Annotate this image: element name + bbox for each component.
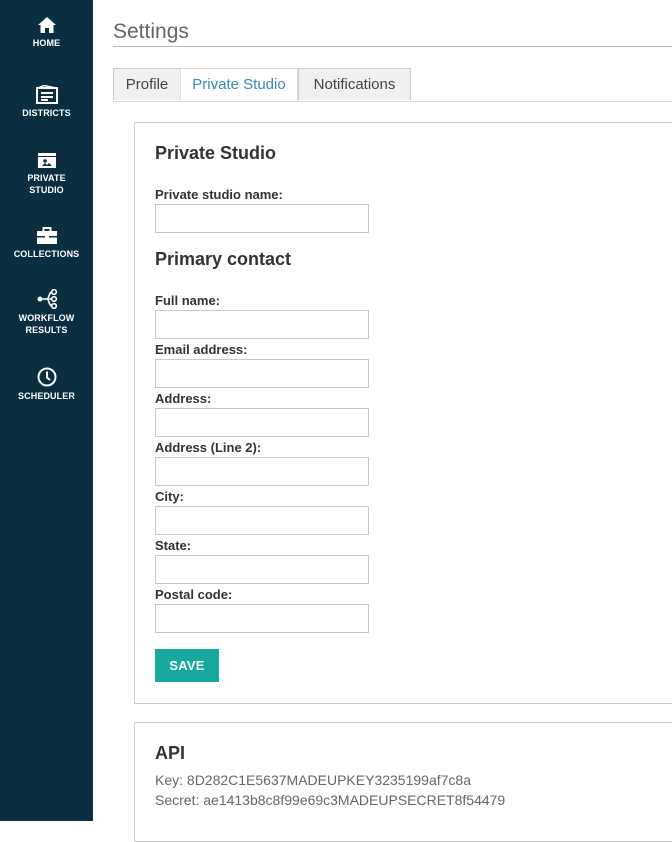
briefcase-icon (36, 227, 57, 244)
address-label: Address: (155, 391, 212, 406)
email-label: Email address: (155, 342, 248, 357)
sidebar-item-label: PRIVATE STUDIO (27, 173, 66, 195)
sidebar-item-private-studio[interactable]: PRIVATE STUDIO (0, 152, 93, 196)
tab-notifications[interactable]: Notifications (298, 68, 411, 100)
sidebar-item-workflow-results[interactable]: WORKFLOW RESULTS (0, 289, 93, 336)
sidebar-item-label: HOME (32, 38, 61, 48)
title-divider (113, 46, 672, 47)
full-name-input[interactable] (155, 310, 369, 339)
address-line2-input[interactable] (155, 457, 369, 486)
sidebar-item-label: COLLECTIONS (13, 249, 80, 259)
email-input[interactable] (155, 359, 369, 388)
api-heading: API (155, 743, 186, 763)
address-input[interactable] (155, 408, 369, 437)
sidebar-item-collections[interactable]: COLLECTIONS (0, 227, 93, 260)
private-studio-heading: Private Studio (155, 143, 277, 163)
city-input[interactable] (155, 506, 369, 535)
api-secret-text: Secret: ae1413b8c8f99e69c3MADEUPSECRET8f… (155, 792, 506, 808)
workflow-icon (37, 289, 57, 309)
sidebar-item-home[interactable]: HOME (0, 16, 93, 49)
clock-icon (37, 367, 56, 387)
tabs-divider (113, 101, 672, 102)
studio-name-label: Private studio name: (155, 187, 283, 202)
tab-profile[interactable]: Profile (113, 68, 181, 100)
save-button[interactable]: SAVE (155, 649, 219, 682)
primary-contact-heading: Primary contact (155, 249, 292, 269)
districts-icon (35, 85, 58, 104)
studio-name-input[interactable] (155, 204, 369, 233)
tab-private-studio[interactable]: Private Studio (180, 68, 298, 102)
private-studio-icon (37, 153, 56, 168)
sidebar: HOME DISTRICTS PRIVATE STUDIO COLLECTION… (0, 0, 93, 821)
home-icon (37, 17, 56, 33)
sidebar-item-label: DISTRICTS (22, 108, 71, 118)
state-label: State: (155, 538, 192, 553)
sidebar-item-label: WORKFLOW RESULTS (18, 313, 75, 335)
api-key-text: Key: 8D282C1E5637MADEUPKEY3235199af7c8a (155, 772, 471, 788)
full-name-label: Full name: (155, 293, 221, 308)
sidebar-item-districts[interactable]: DISTRICTS (0, 85, 93, 119)
state-input[interactable] (155, 555, 369, 584)
city-label: City: (155, 489, 184, 504)
sidebar-item-scheduler[interactable]: SCHEDULER (0, 367, 93, 402)
postal-code-label: Postal code: (155, 587, 233, 602)
address-line2-label: Address (Line 2): (155, 440, 262, 455)
postal-code-input[interactable] (155, 604, 369, 633)
page-title: Settings (113, 20, 189, 43)
sidebar-item-label: SCHEDULER (18, 391, 75, 401)
